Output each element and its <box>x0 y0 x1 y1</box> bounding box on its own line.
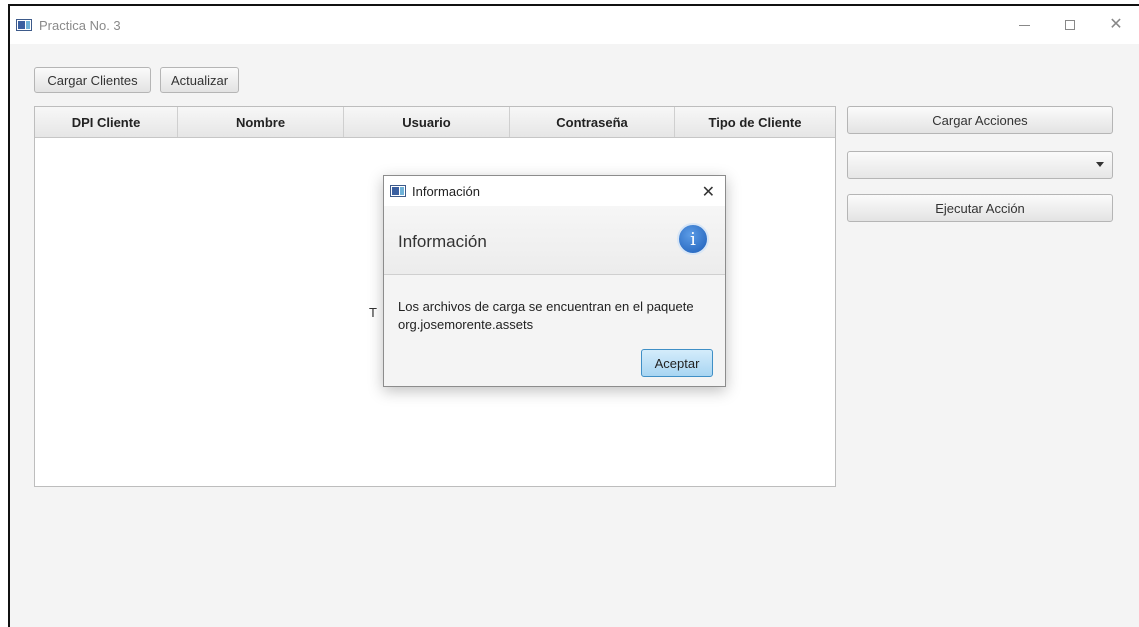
minimize-icon <box>1018 24 1030 26</box>
info-dialog: Información ✕ Información i Los archivos… <box>383 175 726 387</box>
window-title: Practica No. 3 <box>39 17 121 33</box>
main-window: Practica No. 3 ✕ Cargar Clientes Actuali… <box>8 4 1139 627</box>
dialog-title-bar[interactable]: Información ✕ <box>384 176 725 206</box>
column-header-client-type[interactable]: Tipo de Cliente <box>675 107 835 137</box>
column-header-name[interactable]: Nombre <box>178 107 344 137</box>
load-actions-button[interactable]: Cargar Acciones <box>847 106 1113 134</box>
load-clients-button[interactable]: Cargar Clientes <box>34 67 151 93</box>
column-header-password[interactable]: Contraseña <box>510 107 675 137</box>
actions-combobox[interactable] <box>847 151 1113 179</box>
dialog-header-text: Información <box>398 232 487 251</box>
close-button[interactable]: ✕ <box>1093 6 1139 44</box>
minimize-button[interactable] <box>1001 6 1047 44</box>
column-header-user[interactable]: Usuario <box>344 107 510 137</box>
app-icon <box>390 185 406 197</box>
dialog-message: Los archivos de carga se encuentran en e… <box>398 299 694 332</box>
maximize-button[interactable] <box>1047 6 1093 44</box>
chevron-down-icon <box>1096 162 1104 167</box>
dialog-header: Información i <box>384 206 725 275</box>
dialog-close-icon[interactable]: ✕ <box>702 182 715 202</box>
dialog-title: Información <box>412 183 480 199</box>
close-icon: ✕ <box>1109 16 1123 33</box>
execute-action-button[interactable]: Ejecutar Acción <box>847 194 1113 222</box>
table-header: DPI Cliente Nombre Usuario Contraseña Ti… <box>35 107 835 138</box>
column-header-dpi[interactable]: DPI Cliente <box>35 107 178 137</box>
refresh-button[interactable]: Actualizar <box>160 67 239 93</box>
maximize-icon <box>1065 20 1075 30</box>
title-bar[interactable]: Practica No. 3 ✕ <box>10 6 1139 44</box>
ok-button[interactable]: Aceptar <box>641 349 713 377</box>
app-icon <box>16 19 32 31</box>
table-placeholder: T <box>369 305 377 320</box>
info-icon: i <box>677 223 709 255</box>
